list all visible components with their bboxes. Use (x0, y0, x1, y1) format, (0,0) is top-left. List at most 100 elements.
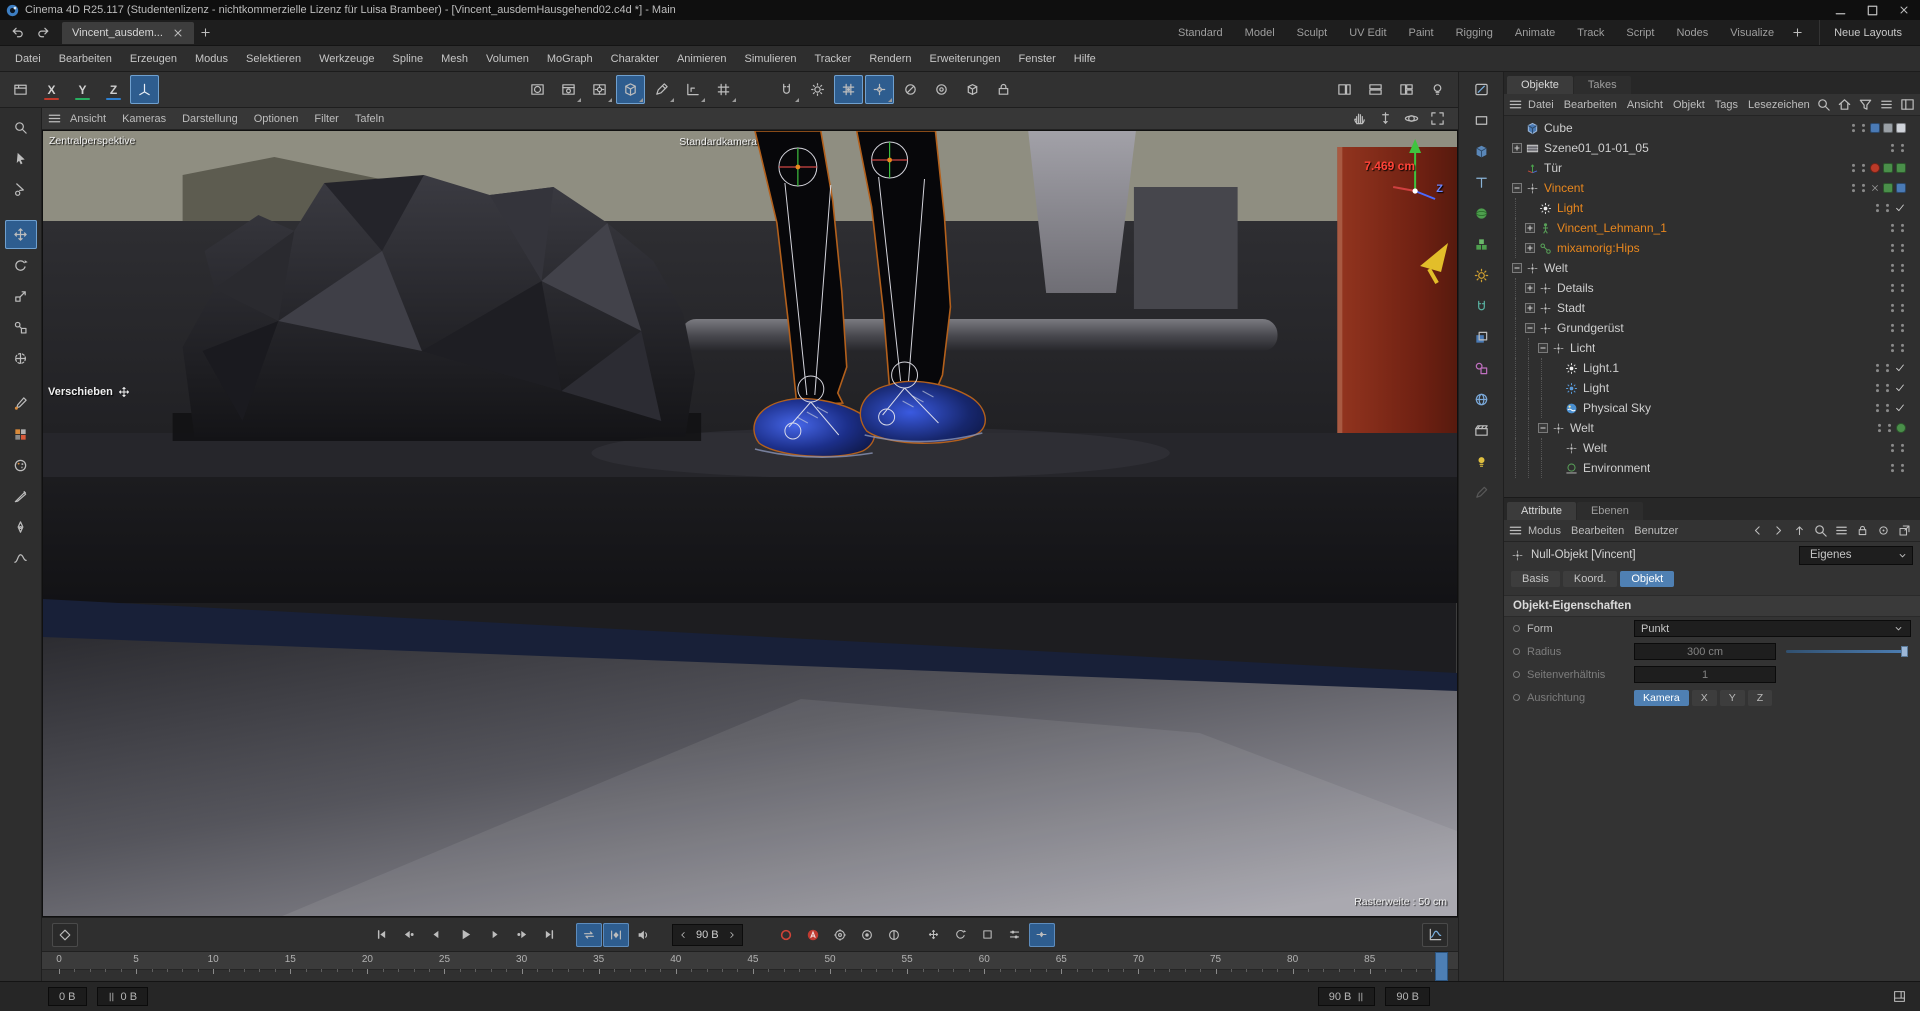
om-menu-tags[interactable]: Tags (1710, 99, 1743, 111)
sound-button[interactable] (630, 923, 656, 947)
editor-visibility-dots[interactable] (1889, 221, 1896, 235)
current-frame-marker[interactable] (1434, 952, 1448, 981)
om-list-button[interactable] (1878, 96, 1896, 114)
cluster-object-button[interactable] (1467, 232, 1495, 257)
attr-back-button[interactable] (1748, 522, 1766, 540)
orbit-view-button[interactable] (1400, 110, 1422, 128)
object-tag[interactable] (1896, 183, 1906, 193)
tree-row-vincent-lehmann-1[interactable]: Vincent_Lehmann_1 (1504, 218, 1920, 238)
key-pla-button[interactable] (1028, 922, 1055, 947)
editor-visibility-dots[interactable] (1874, 201, 1881, 215)
attr-forward-button[interactable] (1769, 522, 1787, 540)
menu-mesh[interactable]: Mesh (432, 53, 477, 65)
layout-tab-script[interactable]: Script (1615, 27, 1665, 39)
viewport-menu-filter[interactable]: Filter (306, 113, 346, 125)
mograph-object-button[interactable] (1467, 263, 1495, 288)
object-tag[interactable] (1883, 123, 1893, 133)
layout-tab-nodes[interactable]: Nodes (1665, 27, 1719, 39)
volume-object-button[interactable] (1467, 325, 1495, 350)
tree-row-welt[interactable]: Welt (1504, 438, 1920, 458)
editor-visibility-dots[interactable] (1850, 161, 1857, 175)
previous-frame-button[interactable] (422, 923, 448, 947)
disabled-cross-icon[interactable] (1870, 183, 1880, 193)
layout-tab-uv-edit[interactable]: UV Edit (1338, 27, 1397, 39)
transfer-tool[interactable] (5, 313, 37, 342)
selection-keying-button[interactable] (881, 923, 907, 947)
render-visibility-dots[interactable] (1884, 381, 1891, 395)
key-parameter-button[interactable] (1002, 923, 1028, 947)
coordinate-system-button[interactable] (130, 75, 159, 104)
render-visibility-dots[interactable] (1899, 341, 1906, 355)
simulation-settings-button[interactable] (927, 75, 956, 104)
light-object-button[interactable] (1467, 449, 1495, 474)
attr-up-button[interactable] (1790, 522, 1808, 540)
rotate-tool[interactable] (5, 251, 37, 280)
minimize-button[interactable] (1824, 0, 1856, 20)
om-menu-datei[interactable]: Datei (1523, 99, 1559, 111)
pan-view-button[interactable] (1348, 110, 1370, 128)
render-settings-button[interactable] (585, 75, 614, 104)
render-picture-viewer-button[interactable] (554, 75, 583, 104)
tree-row-environment[interactable]: Environment (1504, 458, 1920, 478)
axis-lock-y-button[interactable]: Y (68, 75, 97, 104)
timeline-ruler[interactable]: 0 5 10 15 20 25 30 35 40 45 50 55 60 65 70 75 80 85 (42, 951, 1458, 981)
menu-erweiterungen[interactable]: Erweiterungen (921, 53, 1010, 65)
enabled-check-icon[interactable] (1894, 362, 1906, 374)
viewport-menu-tafeln[interactable]: Tafeln (347, 113, 392, 125)
menu-rendern[interactable]: Rendern (860, 53, 920, 65)
render-visibility-dots[interactable] (1899, 321, 1906, 335)
editor-visibility-dots[interactable] (1874, 401, 1881, 415)
document-tab[interactable]: Vincent_ausdem... (62, 21, 194, 44)
preview-max-field[interactable]: 90 B (1317, 987, 1376, 1006)
editor-visibility-dots[interactable] (1889, 321, 1896, 335)
paint-brush-tool[interactable] (5, 389, 37, 418)
tree-row-light-1[interactable]: Light.1 (1504, 358, 1920, 378)
menu-bearbeiten[interactable]: Bearbeiten (50, 53, 121, 65)
menu-erzeugen[interactable]: Erzeugen (121, 53, 186, 65)
editor-visibility-dots[interactable] (1889, 281, 1896, 295)
scale-tool[interactable] (5, 282, 37, 311)
live-selection-tool[interactable] (5, 144, 37, 173)
editor-visibility-dots[interactable] (1889, 261, 1896, 275)
object-tag[interactable] (1883, 183, 1893, 193)
menu-spline[interactable]: Spline (384, 53, 433, 65)
solo-viewport-button[interactable] (6, 75, 35, 104)
add-layout-button[interactable] (1785, 26, 1809, 39)
keying-settings-button[interactable] (827, 923, 853, 947)
menu-datei[interactable]: Datei (6, 53, 50, 65)
tab-objekte[interactable]: Objekte (1507, 76, 1573, 94)
om-filter-button[interactable] (1857, 96, 1875, 114)
viewport-menu-ansicht[interactable]: Ansicht (62, 113, 114, 125)
show-keys-button[interactable] (603, 922, 629, 947)
attr-search-button[interactable] (1811, 522, 1829, 540)
modeling-settings-button[interactable] (803, 75, 832, 104)
render-visibility-dots[interactable] (1899, 281, 1906, 295)
expand-toggle-icon[interactable] (1523, 283, 1536, 293)
collapse-toggle-icon[interactable] (1536, 343, 1549, 353)
render-visibility-dots[interactable] (1899, 461, 1906, 475)
tree-row-licht[interactable]: Licht (1504, 338, 1920, 358)
expand-toggle-icon[interactable] (1523, 303, 1536, 313)
tab-takes[interactable]: Takes (1573, 76, 1631, 94)
attr-popout-button[interactable] (1895, 522, 1913, 540)
tree-row-welt[interactable]: Welt (1504, 418, 1920, 438)
dolly-view-button[interactable] (1374, 110, 1396, 128)
editor-visibility-dots[interactable] (1874, 381, 1881, 395)
text-object-button[interactable] (1467, 170, 1495, 195)
menu-fenster[interactable]: Fenster (1009, 53, 1064, 65)
viewport-3d-scene[interactable] (43, 131, 1457, 916)
undo-button[interactable] (4, 20, 30, 45)
editor-visibility-dots[interactable] (1889, 241, 1896, 255)
menu-mograph[interactable]: MoGraph (538, 53, 602, 65)
workplane-button[interactable] (678, 75, 707, 104)
radius-slider[interactable] (1783, 643, 1911, 660)
editor-visibility-dots[interactable] (1850, 181, 1857, 195)
field-object-button[interactable] (1467, 356, 1495, 381)
animation-toggle-icon[interactable] (1513, 648, 1520, 655)
record-objects-button[interactable] (854, 923, 880, 947)
primitive-cube-button[interactable] (616, 75, 645, 104)
collapse-toggle-icon[interactable] (1523, 323, 1536, 333)
workplane-grid-button[interactable] (709, 75, 738, 104)
menu-modus[interactable]: Modus (186, 53, 237, 65)
grid-snap-button[interactable] (834, 75, 863, 104)
